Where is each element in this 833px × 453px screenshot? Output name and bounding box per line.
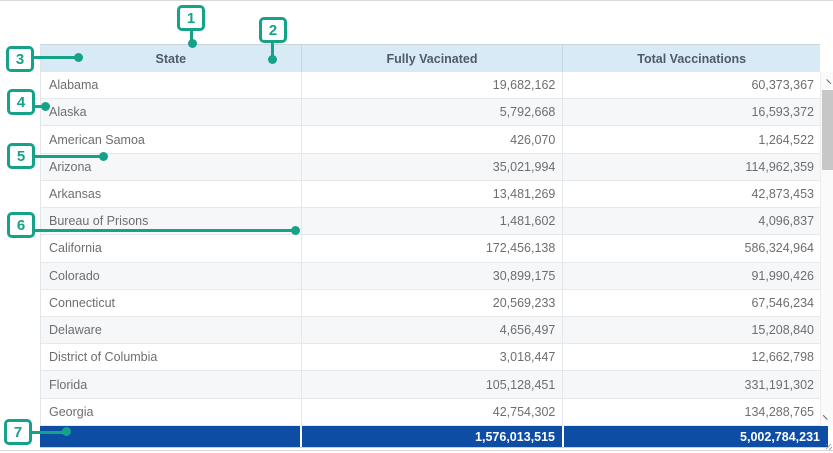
state-cell: Connecticut	[41, 290, 301, 316]
table-row[interactable]: Georgia 42,754,302 134,288,765	[41, 399, 820, 426]
annotation-label-6: 6	[17, 217, 25, 234]
totals-row: 1,576,013,515 5,002,784,231	[40, 426, 828, 448]
total-vaccinations-cell: 16,593,372	[562, 99, 820, 125]
state-cell: District of Columbia	[41, 344, 301, 370]
table-header-row: State Fully Vacinated Total Vaccinations	[40, 44, 820, 72]
fully-vaccinated-cell: 20,569,233	[301, 290, 563, 316]
state-cell: California	[41, 235, 301, 261]
total-vaccinations-cell: 91,990,426	[562, 263, 820, 289]
chevron-up-icon	[823, 79, 831, 87]
state-cell: American Samoa	[41, 126, 301, 152]
annotation-callout-5: 5	[7, 143, 35, 169]
total-vaccinations-cell: 67,546,234	[562, 290, 820, 316]
column-header-fully-vaccinated[interactable]: Fully Vacinated	[301, 45, 563, 72]
total-vaccinations-cell: 60,373,367	[562, 72, 820, 98]
annotation-callout-1: 1	[177, 5, 205, 31]
annotation-label-5: 5	[17, 148, 25, 165]
bottom-border-line	[0, 450, 833, 451]
annotation-label-4: 4	[17, 94, 25, 111]
scroll-down-button[interactable]	[821, 409, 833, 424]
fully-vaccinated-cell: 30,899,175	[301, 263, 563, 289]
total-vaccinations-cell: 331,191,302	[562, 371, 820, 397]
scrollbar-thumb[interactable]	[822, 90, 833, 170]
resize-grip-icon	[826, 444, 832, 450]
vaccinations-table: State Fully Vacinated Total Vaccinations…	[40, 44, 833, 448]
table-row[interactable]: Arkansas 13,481,269 42,873,453	[41, 181, 820, 208]
fully-vaccinated-cell: 5,792,668	[301, 99, 563, 125]
fully-vaccinated-cell: 19,682,162	[301, 72, 563, 98]
annotation-callout-4: 4	[7, 89, 35, 115]
fully-vaccinated-cell: 3,018,447	[301, 344, 563, 370]
table-row[interactable]: Alabama 19,682,162 60,373,367	[41, 72, 820, 99]
table-row[interactable]: Florida 105,128,451 331,191,302	[41, 371, 820, 398]
total-vaccinations-cell: 42,873,453	[562, 181, 820, 207]
annotation-callout-2: 2	[259, 17, 287, 43]
annotation-connector-3	[33, 56, 77, 59]
annotation-connector-7	[31, 431, 64, 434]
total-vaccinations-cell: 586,324,964	[562, 235, 820, 261]
state-cell: Alabama	[41, 72, 301, 98]
annotation-dot-2	[268, 55, 277, 64]
total-vaccinations-cell: 15,208,840	[562, 317, 820, 343]
table-body-rows: Alabama 19,682,162 60,373,367 Alaska 5,7…	[40, 72, 820, 426]
annotation-dot-3	[74, 53, 83, 62]
top-border-line	[0, 0, 833, 1]
vaccination-table-screen: State Fully Vacinated Total Vaccinations…	[0, 0, 833, 453]
totals-fully-vaccinated-cell: 1,576,013,515	[300, 426, 562, 447]
annotation-dot-5	[99, 152, 108, 161]
totals-total-vaccinations-cell: 5,002,784,231	[562, 426, 828, 447]
total-vaccinations-cell: 114,962,359	[562, 154, 820, 180]
state-cell: Colorado	[41, 263, 301, 289]
table-row[interactable]: Alaska 5,792,668 16,593,372	[41, 99, 820, 126]
fully-vaccinated-cell: 1,481,602	[301, 208, 563, 234]
scroll-up-button[interactable]	[821, 74, 833, 89]
state-cell: Georgia	[41, 399, 301, 425]
total-vaccinations-cell: 134,288,765	[562, 399, 820, 425]
chevron-down-icon	[823, 411, 831, 419]
table-body: Alabama 19,682,162 60,373,367 Alaska 5,7…	[40, 72, 833, 426]
state-cell: Alaska	[41, 99, 301, 125]
fully-vaccinated-cell: 172,456,138	[301, 235, 563, 261]
fully-vaccinated-cell: 4,656,497	[301, 317, 563, 343]
table-row[interactable]: Colorado 30,899,175 91,990,426	[41, 263, 820, 290]
fully-vaccinated-cell: 426,070	[301, 126, 563, 152]
table-row[interactable]: California 172,456,138 586,324,964	[41, 235, 820, 262]
annotation-dot-1	[188, 39, 197, 48]
fully-vaccinated-cell: 105,128,451	[301, 371, 563, 397]
table-row[interactable]: Arizona 35,021,994 114,962,359	[41, 154, 820, 181]
annotation-dot-4	[41, 102, 50, 111]
table-row[interactable]: Delaware 4,656,497 15,208,840	[41, 317, 820, 344]
fully-vaccinated-cell: 35,021,994	[301, 154, 563, 180]
total-vaccinations-cell: 4,096,837	[562, 208, 820, 234]
total-vaccinations-cell: 12,662,798	[562, 344, 820, 370]
fully-vaccinated-cell: 13,481,269	[301, 181, 563, 207]
annotation-callout-6: 6	[7, 212, 35, 238]
annotation-label-1: 1	[187, 10, 195, 27]
table-row[interactable]: American Samoa 426,070 1,264,522	[41, 126, 820, 153]
state-cell: Arkansas	[41, 181, 301, 207]
state-cell: Delaware	[41, 317, 301, 343]
annotation-dot-6	[291, 226, 300, 235]
total-vaccinations-cell: 1,264,522	[562, 126, 820, 152]
annotation-label-7: 7	[14, 424, 22, 441]
state-cell: Florida	[41, 371, 301, 397]
annotation-callout-3: 3	[6, 46, 34, 72]
annotation-dot-7	[62, 427, 71, 436]
totals-state-cell	[40, 426, 300, 447]
annotation-label-3: 3	[16, 51, 24, 68]
fully-vaccinated-cell: 42,754,302	[301, 399, 563, 425]
vertical-scrollbar[interactable]	[820, 72, 833, 426]
table-row[interactable]: District of Columbia 3,018,447 12,662,79…	[41, 344, 820, 371]
annotation-label-2: 2	[269, 22, 277, 39]
column-header-total-vaccinations[interactable]: Total Vaccinations	[562, 45, 820, 72]
annotation-connector-6	[34, 229, 293, 232]
annotation-connector-5	[34, 155, 101, 158]
table-row[interactable]: Connecticut 20,569,233 67,546,234	[41, 290, 820, 317]
annotation-callout-7: 7	[4, 419, 32, 445]
